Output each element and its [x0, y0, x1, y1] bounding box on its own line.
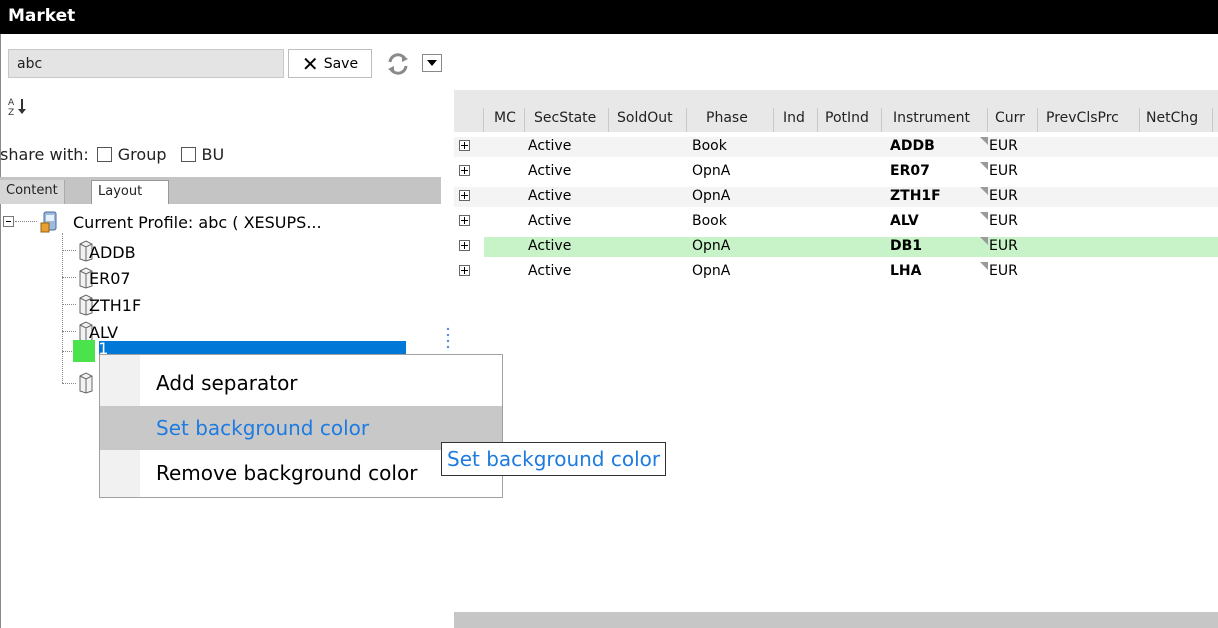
- expand-row-icon[interactable]: [459, 215, 470, 226]
- column-header-phase[interactable]: Phase: [687, 108, 774, 132]
- cell-secstate: Active: [528, 263, 572, 279]
- cell-instrument: DB1: [890, 238, 923, 254]
- cell-phase: OpnA: [692, 163, 731, 179]
- column-header-netchg[interactable]: NetChg: [1140, 108, 1213, 132]
- current-profile-label[interactable]: Current Profile: abc ( XESUPS...: [73, 213, 322, 232]
- tree-item-addb[interactable]: ADDB: [89, 243, 136, 262]
- cell-instrument: ALV: [890, 213, 919, 229]
- cell-marker-icon: [980, 237, 988, 245]
- column-header-expand: [454, 108, 484, 132]
- bu-checkbox[interactable]: [180, 146, 196, 162]
- cell-phase: OpnA: [692, 238, 731, 254]
- save-label: Save: [323, 55, 359, 72]
- expand-row-icon[interactable]: [459, 240, 470, 251]
- cell-phase: OpnA: [692, 263, 731, 279]
- tree-connector: [62, 304, 76, 305]
- group-label: Group: [117, 144, 167, 164]
- tree-collapse-toggle[interactable]: [3, 216, 14, 227]
- cell-secstate: Active: [528, 188, 572, 204]
- splitter-grip-icon[interactable]: [446, 326, 450, 350]
- column-header-mc[interactable]: MC: [484, 108, 525, 132]
- table-row[interactable]: Active OpnA ZTH1F EUR: [454, 187, 1218, 207]
- table-row-highlighted[interactable]: Active OpnA DB1 EUR: [454, 237, 1218, 257]
- column-header-potind[interactable]: PotInd: [818, 108, 882, 132]
- cell-curr: EUR: [989, 213, 1018, 229]
- tree-item-db1-selected[interactable]: DB1: [99, 341, 406, 355]
- cell-instrument: ADDB: [890, 138, 935, 154]
- tree-connector: [62, 331, 76, 332]
- horizontal-scrollbar[interactable]: [454, 612, 1218, 628]
- column-header-prevclsprc[interactable]: PrevClsPrc: [1038, 108, 1140, 132]
- cell-curr: EUR: [989, 188, 1018, 204]
- cell-curr: EUR: [989, 263, 1018, 279]
- bu-label: BU: [201, 144, 225, 164]
- cell-secstate: Active: [528, 163, 572, 179]
- tree-connector: [62, 383, 76, 384]
- cell-marker-icon: [980, 137, 988, 145]
- cell-phase: Book: [692, 138, 727, 154]
- cell-instrument: ZTH1F: [890, 188, 941, 204]
- expand-row-icon[interactable]: [459, 265, 470, 276]
- dropdown-arrow-icon[interactable]: [422, 54, 442, 72]
- cell-marker-icon: [980, 212, 988, 220]
- cell-instrument: LHA: [890, 263, 922, 279]
- cell-phase: OpnA: [692, 188, 731, 204]
- table-row[interactable]: Active Book ADDB EUR: [454, 137, 1218, 157]
- cell-instrument: ER07: [890, 163, 930, 179]
- window-title: Market: [8, 6, 76, 26]
- cell-secstate: Active: [528, 138, 572, 154]
- cell-curr: EUR: [989, 163, 1018, 179]
- row-background-color: [484, 237, 1218, 257]
- svg-text:A: A: [8, 98, 15, 108]
- window-titlebar: Market: [0, 0, 1218, 34]
- table-row[interactable]: Active OpnA ER07 EUR: [454, 162, 1218, 182]
- profile-icon: [40, 211, 57, 233]
- cell-curr: EUR: [989, 238, 1018, 254]
- column-header-soldout[interactable]: SoldOut: [609, 108, 687, 132]
- refresh-icon[interactable]: [385, 51, 411, 77]
- expand-row-icon[interactable]: [459, 190, 470, 201]
- tooltip: Set background color: [441, 442, 667, 476]
- menu-item-add-separator[interactable]: Add separator: [100, 361, 502, 405]
- left-border: [0, 34, 1, 628]
- cell-marker-icon: [980, 262, 988, 270]
- expand-row-icon[interactable]: [459, 140, 470, 151]
- profile-name-input[interactable]: [8, 49, 284, 78]
- column-header-instrument[interactable]: Instrument: [882, 108, 988, 132]
- cell-marker-icon: [980, 187, 988, 195]
- tree-connector: [62, 250, 76, 251]
- tree-item-zth1f[interactable]: ZTH1F: [89, 296, 141, 315]
- cell-curr: EUR: [989, 138, 1018, 154]
- tree-connector: [62, 233, 63, 383]
- expand-row-icon[interactable]: [459, 165, 470, 176]
- group-checkbox[interactable]: [96, 146, 112, 162]
- tree-item-er07[interactable]: ER07: [89, 269, 131, 288]
- sort-az-icon[interactable]: A Z: [8, 96, 32, 116]
- cell-secstate: Active: [528, 238, 572, 254]
- tab-layout[interactable]: Layout: [91, 180, 169, 204]
- save-button[interactable]: ✕ Save: [288, 49, 372, 78]
- cell-secstate: Active: [528, 213, 572, 229]
- cell-phase: Book: [692, 213, 727, 229]
- close-x-icon: ✕: [301, 51, 319, 76]
- tab-content[interactable]: Content: [0, 180, 65, 204]
- tab-strip: Content Layout: [0, 177, 441, 204]
- cell-marker-icon: [980, 162, 988, 170]
- tree-connector: [15, 221, 37, 222]
- column-header-secstate[interactable]: SecState: [525, 108, 609, 132]
- tree-connector: [62, 277, 76, 278]
- column-header-curr[interactable]: Curr: [988, 108, 1038, 132]
- column-header-ind[interactable]: Ind: [774, 108, 818, 132]
- table-row[interactable]: Active Book ALV EUR: [454, 212, 1218, 232]
- share-with-row: share with: Group BU: [0, 143, 224, 165]
- tree-item-db1: DB1: [99, 341, 109, 355]
- share-label: share with:: [0, 144, 89, 164]
- context-menu: Add separator Set background color Remov…: [99, 354, 503, 498]
- svg-text:Z: Z: [8, 108, 14, 116]
- table-row[interactable]: Active OpnA LHA EUR: [454, 262, 1218, 282]
- instrument-node-icon: [79, 372, 93, 394]
- background-color-swatch: [73, 340, 95, 362]
